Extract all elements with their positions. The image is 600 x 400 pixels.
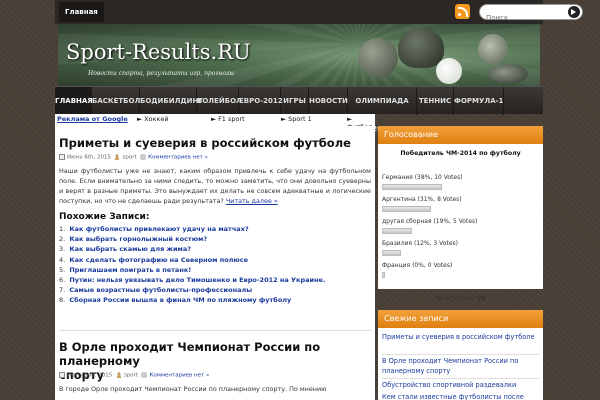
ad-link-f1[interactable]: ► F1 sport bbox=[211, 115, 245, 123]
recent-posts-header: Свежие записи bbox=[378, 310, 543, 328]
top-bar: Главная bbox=[55, 0, 583, 25]
list-item: 7. Самые возрастные футболисты-профессио… bbox=[59, 286, 253, 295]
list-item: 1. Как футболисты привлекают удачу на ма… bbox=[59, 225, 249, 233]
list-item: 2. Как выбрать горнолыжный костюм? bbox=[59, 235, 208, 244]
nav-item-volleyball[interactable]: ВОЛЕЙБОЛ bbox=[197, 87, 242, 115]
post-date: Июнь 2nd, 2015 bbox=[67, 372, 113, 379]
baseball-icon bbox=[478, 34, 508, 64]
top-home-tab[interactable]: Главная bbox=[59, 2, 104, 22]
read-more-link[interactable]: Читать далее » bbox=[226, 197, 278, 205]
post-title-line1: В Орле проходит Чемпионат России по план… bbox=[59, 340, 321, 368]
related-link[interactable]: Сборная России вышла в финал ЧМ по пляжн… bbox=[69, 296, 291, 304]
nav-item-bodybuilding[interactable]: БОДИБИЛДИНГ bbox=[140, 87, 203, 115]
related-link[interactable]: Как футболисты привлекают удачу на матча… bbox=[69, 225, 248, 233]
nav-item-tennis[interactable]: ТЕННИС bbox=[417, 87, 454, 115]
comment-icon bbox=[141, 372, 148, 378]
poll-bar bbox=[382, 272, 385, 278]
ad-link-sport1[interactable]: ► Sport 1 bbox=[281, 115, 312, 123]
poll-bar bbox=[382, 184, 442, 190]
poll-option: другая сборная (19%, 5 Votes) bbox=[382, 218, 478, 225]
recent-post-link[interactable]: Кем стали известные футболисты после bbox=[382, 392, 539, 400]
search-submit-icon[interactable] bbox=[568, 6, 580, 18]
author-icon bbox=[115, 372, 122, 378]
poll-total-value: 26 bbox=[477, 294, 487, 302]
post-author[interactable]: sport bbox=[122, 155, 136, 161]
main-content: Приметы и суеверия в российском футболе … bbox=[55, 126, 375, 400]
ad-row: Реклама от Google ► Хоккей ► F1 sport ► … bbox=[55, 114, 375, 131]
rss-icon[interactable] bbox=[455, 4, 470, 19]
nav-item-home[interactable]: ГЛАВНАЯ bbox=[55, 87, 93, 115]
site-title[interactable]: Sport-Results.RU bbox=[66, 40, 251, 64]
calendar-icon bbox=[59, 154, 65, 160]
post-comments-link[interactable]: Комментариев нет » bbox=[149, 373, 209, 379]
related-link[interactable]: Как выбрать горнолыжный костюм? bbox=[69, 235, 207, 243]
main-nav: ГЛАВНАЯ БАСКЕТБОЛ БОДИБИЛДИНГ ВОЛЕЙБОЛ Е… bbox=[55, 86, 543, 133]
author-icon bbox=[114, 154, 121, 160]
poll-option: Франция (0%, 0 Votes) bbox=[382, 262, 453, 269]
nav-item-formula1[interactable]: ФОРМУЛА-1 bbox=[454, 87, 504, 115]
recent-divider bbox=[382, 354, 539, 355]
poll-bar bbox=[382, 250, 401, 256]
basketball-icon bbox=[358, 38, 398, 78]
site-tagline: Новости спорта, результаты игр, прогнозы bbox=[88, 70, 235, 77]
site-header: Sport-Results.RU Новости спорта, результ… bbox=[58, 24, 540, 86]
post-excerpt: Наши футболисты уже не знают, каким обра… bbox=[59, 166, 371, 206]
list-item: 6. Путин: нельзя увязывать дело Тимошенк… bbox=[59, 276, 326, 285]
list-item: 4. Как сделать фотографию на Северном по… bbox=[59, 255, 249, 264]
post-divider bbox=[59, 330, 371, 331]
search-box bbox=[479, 4, 583, 25]
recent-post-link[interactable]: Приметы и суеверия в российском футболе bbox=[382, 332, 539, 342]
poll-header: Голосование bbox=[378, 126, 543, 144]
poll-bar bbox=[382, 206, 431, 212]
nav-item-basketball[interactable]: БАСКЕТБОЛ bbox=[92, 87, 140, 115]
search-input[interactable] bbox=[480, 11, 564, 25]
related-link[interactable]: Приглашаем поиграть в петанк! bbox=[69, 266, 191, 274]
poll-widget: Победитель ЧМ-2014 по футболу Германия (… bbox=[378, 144, 543, 302]
rugby-ball-icon bbox=[488, 64, 528, 84]
related-link[interactable]: Путин: нельзя увязывать дело Тимошенко и… bbox=[69, 276, 325, 284]
poll-total: Total Voters: 26 bbox=[378, 294, 543, 302]
poll-option: Аргентина (31%, 8 Votes) bbox=[382, 196, 462, 203]
related-link[interactable]: Как выбрать скамью для жима? bbox=[69, 245, 191, 253]
recent-divider bbox=[382, 378, 539, 379]
nav-item-euro2012[interactable]: ЕВРО-2012 bbox=[239, 87, 283, 115]
poll-bar bbox=[382, 228, 412, 234]
post-title[interactable]: Приметы и суеверия в российском футболе bbox=[59, 136, 351, 150]
post-meta: Июнь 6th, 2015 sport Комментариев нет » bbox=[59, 154, 208, 161]
poll-question: Победитель ЧМ-2014 по футболу bbox=[400, 150, 521, 157]
poll-total-label: Total Voters: bbox=[434, 294, 475, 302]
list-item: 8. Сборная России вышла в финал ЧМ по пл… bbox=[59, 296, 292, 305]
soccer-ball-icon bbox=[436, 58, 462, 84]
list-item: 3. Как выбрать скамью для жима? bbox=[59, 245, 192, 254]
post-author[interactable]: sport bbox=[124, 373, 138, 379]
related-link[interactable]: Как сделать фотографию на Северном полюс… bbox=[69, 256, 248, 264]
post-excerpt-text: Наши футболисты уже не знают, каким обра… bbox=[59, 167, 371, 205]
poll-option: Бразилия (12%, 3 Votes) bbox=[382, 240, 458, 247]
recent-posts-widget: Приметы и суеверия в российском футболе … bbox=[378, 328, 543, 400]
ad-label[interactable]: Реклама от Google bbox=[57, 115, 128, 123]
football-helmet-icon bbox=[398, 28, 444, 68]
nav-item-olympics[interactable]: ОЛИМПИАДА 2012 bbox=[348, 87, 417, 133]
recent-post-link[interactable]: Обустройство спортивной раздевалки bbox=[382, 380, 539, 390]
nav-item-news[interactable]: НОВОСТИ bbox=[309, 87, 348, 115]
related-link[interactable]: Самые возрастные футболисты-профессионал… bbox=[69, 286, 252, 294]
comment-icon bbox=[140, 154, 147, 160]
post-comments-link[interactable]: Комментариев нет » bbox=[148, 155, 208, 161]
post-excerpt: В городе Орле проходит Чемпионат России … bbox=[59, 385, 327, 393]
related-list: 1. Как футболисты привлекают удачу на ма… bbox=[59, 224, 371, 306]
related-title: Похожие Записи: bbox=[59, 212, 150, 222]
sidebar: Голосование Победитель ЧМ-2014 по футбол… bbox=[378, 126, 543, 400]
post-meta: Июнь 2nd, 2015 sport Комментариев нет » bbox=[59, 372, 209, 379]
calendar-icon bbox=[59, 372, 65, 378]
ad-link-hockey[interactable]: ► Хоккей bbox=[137, 115, 169, 123]
post-date: Июнь 6th, 2015 bbox=[67, 154, 111, 161]
recent-post-link[interactable]: В Орле проходит Чемпионат России по план… bbox=[382, 356, 539, 376]
nav-item-games[interactable]: ИГРЫ bbox=[281, 87, 309, 115]
poll-option: Германия (38%, 10 Votes) bbox=[382, 174, 463, 181]
list-item: 5. Приглашаем поиграть в петанк! bbox=[59, 265, 192, 274]
